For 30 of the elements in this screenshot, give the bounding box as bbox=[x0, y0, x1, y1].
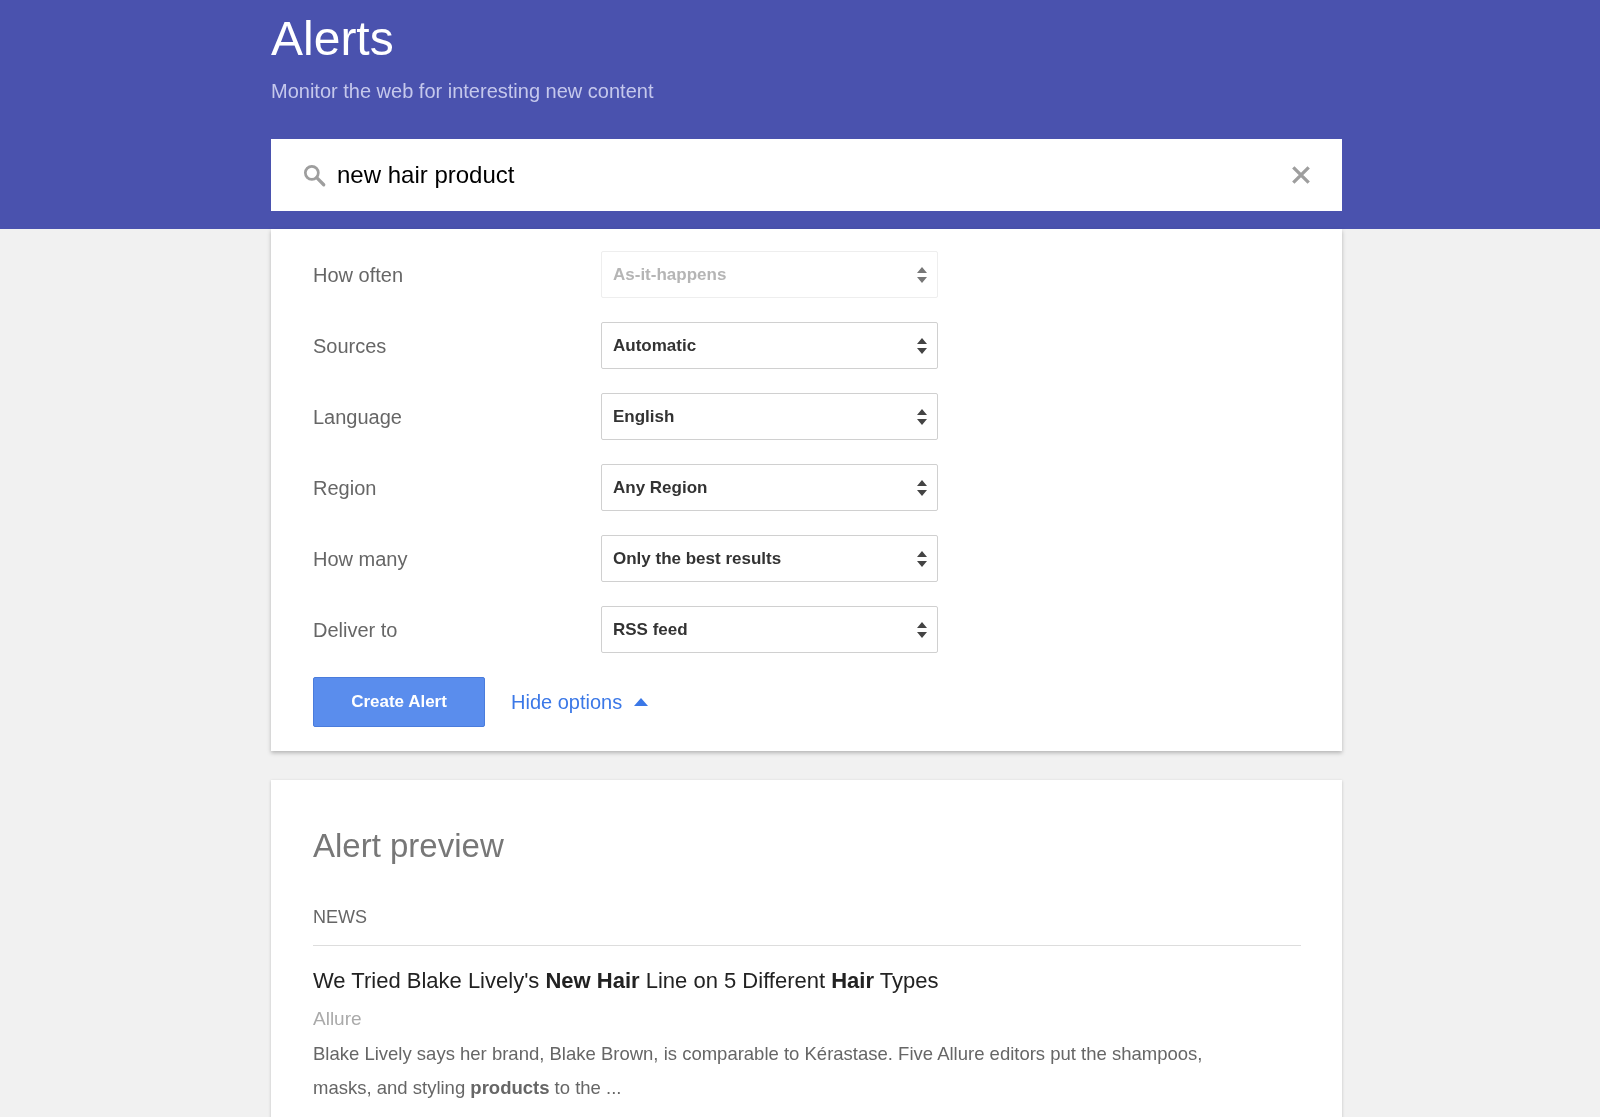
sort-arrows-icon bbox=[916, 336, 928, 355]
caret-up-icon bbox=[634, 698, 649, 706]
option-select[interactable]: Automatic bbox=[601, 322, 938, 369]
result-source: Allure bbox=[313, 1007, 363, 1031]
option-label: Deliver to bbox=[313, 617, 399, 643]
option-select[interactable]: RSS feed bbox=[601, 606, 938, 653]
sort-arrows-icon bbox=[916, 478, 928, 497]
result-snippet: Blake Lively says her brand, Blake Brown, is comparable to Kérastase. Five Allure editors put the shampoos, masks, and styling products to the ... bbox=[313, 1041, 1204, 1100]
search-field[interactable]: new hair product bbox=[271, 139, 1342, 211]
close-icon[interactable] bbox=[1290, 164, 1312, 186]
sort-arrows-icon bbox=[916, 265, 928, 284]
sort-arrows-icon bbox=[916, 407, 928, 426]
section-heading: NEWS bbox=[313, 904, 1301, 946]
option-label: Sources bbox=[313, 333, 388, 359]
option-label: Region bbox=[313, 475, 378, 501]
preview-title: Alert preview bbox=[313, 826, 505, 866]
option-label: How often bbox=[313, 262, 405, 288]
result-headline[interactable]: We Tried Blake Lively's New Hair Line on 5 Different Hair Types bbox=[313, 964, 1301, 997]
option-select[interactable]: Only the best results bbox=[601, 535, 938, 582]
option-select[interactable]: English bbox=[601, 393, 938, 440]
page-title: Alerts bbox=[271, 11, 395, 67]
option-label: Language bbox=[313, 404, 403, 430]
page-subtitle: Monitor the web for interesting new content bbox=[271, 79, 655, 104]
search-icon bbox=[301, 162, 327, 188]
option-select[interactable]: Any Region bbox=[601, 464, 938, 511]
option-label: How many bbox=[313, 546, 409, 572]
search-input[interactable]: new hair product bbox=[337, 157, 1280, 193]
hide-options-link[interactable]: Hide options bbox=[511, 687, 649, 717]
sort-arrows-icon bbox=[916, 549, 928, 568]
sort-arrows-icon bbox=[916, 620, 928, 639]
